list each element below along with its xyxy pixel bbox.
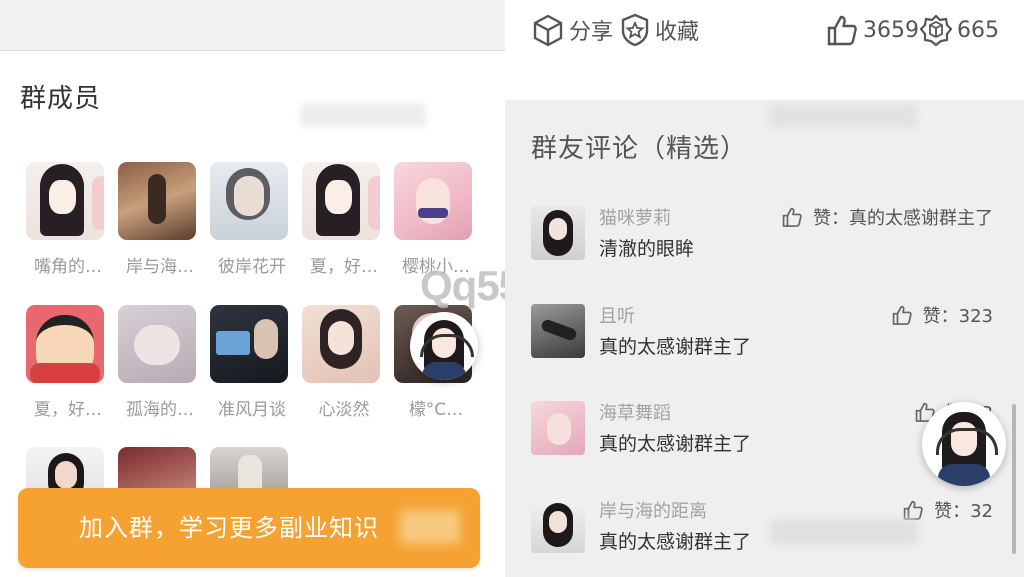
star-badge-icon — [621, 13, 649, 47]
comment-text: 真的太感谢群主了 — [599, 336, 752, 358]
comment-like-text: 赞：323 — [922, 306, 993, 327]
comment-like[interactable]: 赞：323 — [891, 302, 993, 328]
thumbs-up-icon — [892, 305, 912, 325]
member-item[interactable]: 孤海的… — [118, 305, 204, 420]
comment-like[interactable]: 赞：真的太感谢群主了 — [781, 204, 993, 230]
member-avatar[interactable] — [118, 162, 196, 240]
blurred-overlay — [770, 519, 918, 545]
comment-avatar[interactable] — [531, 206, 585, 260]
blurred-overlay — [400, 510, 460, 544]
member-item[interactable]: 心淡然 — [302, 305, 388, 420]
member-avatar[interactable] — [302, 162, 380, 240]
group-members-panel: 群成员 嘴角的… 岸与海… 彼岸花开 夏，好… 樱桃小… 夏，好… 孤海的… 准… — [0, 0, 505, 577]
watermark-text: Qq5551950 — [420, 262, 505, 309]
comment-item: 岸与海的距离 真的太感谢群主了 赞：32 — [531, 497, 1001, 567]
customer-service-avatar[interactable] — [410, 312, 478, 380]
member-name: 岸与海… — [126, 257, 194, 277]
share-label: 分享 — [569, 20, 614, 45]
comment-user[interactable]: 且听 — [599, 302, 635, 328]
comments-panel: 分享 收藏 3659 665 — [505, 0, 1024, 577]
member-avatar[interactable] — [210, 162, 288, 240]
member-item[interactable]: 夏，好… — [302, 162, 388, 277]
member-item[interactable]: 岸与海… — [118, 162, 204, 277]
member-avatar[interactable] — [26, 305, 104, 383]
comments-title: 群友评论（精选） — [531, 134, 748, 164]
thumbs-up-icon — [903, 500, 923, 520]
member-name: 檬°C… — [408, 400, 464, 420]
share-button[interactable]: 分享 — [531, 13, 613, 47]
member-avatar[interactable] — [118, 305, 196, 383]
member-item[interactable]: 准风月谈 — [210, 305, 296, 420]
like-button[interactable]: 3659 — [825, 13, 919, 47]
comment-avatar[interactable] — [531, 499, 585, 553]
member-name: 夏，好… — [34, 400, 102, 420]
member-name: 心淡然 — [318, 400, 370, 420]
like-count: 3659 — [863, 17, 919, 43]
share-count: 665 — [957, 17, 999, 43]
blurred-tag — [769, 104, 917, 128]
member-avatar[interactable] — [394, 162, 472, 240]
member-item[interactable]: 夏，好… — [26, 305, 112, 420]
scrollbar[interactable] — [1012, 404, 1016, 554]
thumbs-up-icon — [782, 207, 802, 227]
comment-item: 猫咪萝莉 清澈的眼眸 赞：真的太感谢群主了 — [531, 204, 1001, 274]
comment-text: 清澈的眼眸 — [599, 238, 695, 260]
comment-user[interactable]: 猫咪萝莉 — [599, 204, 671, 230]
thumbs-up-icon — [827, 15, 857, 46]
member-name: 嘴角的… — [34, 257, 102, 277]
member-name: 彼岸花开 — [218, 257, 286, 277]
comment-avatar[interactable] — [531, 401, 585, 455]
comment-text: 真的太感谢群主了 — [599, 531, 752, 553]
member-name: 孤海的… — [126, 400, 194, 420]
member-item[interactable]: 嘴角的… — [26, 162, 112, 277]
share-count-button[interactable]: 665 — [919, 13, 999, 47]
comment-user[interactable]: 岸与海的距离 — [599, 497, 707, 523]
gear-cube-icon — [919, 14, 953, 47]
comment-user[interactable]: 海草舞蹈 — [599, 399, 671, 425]
comment-item: 且听 真的太感谢群主了 赞：323 — [531, 302, 1001, 372]
member-avatar[interactable] — [210, 305, 288, 383]
join-button-label: 加入群，学习更多副业知识 — [79, 514, 379, 542]
top-bar — [0, 0, 505, 51]
favorite-button[interactable]: 收藏 — [619, 13, 699, 47]
blurred-tag — [300, 103, 426, 127]
member-item[interactable]: 彼岸花开 — [210, 162, 296, 277]
customer-service-avatar[interactable] — [922, 402, 1006, 486]
comment-like-text: 赞：32 — [934, 501, 993, 522]
member-avatar[interactable] — [26, 162, 104, 240]
member-item[interactable]: 樱桃小… — [394, 162, 480, 277]
favorite-label: 收藏 — [655, 20, 700, 45]
action-header: 分享 收藏 3659 665 — [505, 0, 1024, 100]
member-name: 准风月谈 — [218, 400, 286, 420]
member-name: 夏，好… — [310, 257, 378, 277]
cube-icon — [533, 14, 563, 47]
comment-avatar[interactable] — [531, 304, 585, 358]
members-title: 群成员 — [20, 84, 102, 114]
member-avatar[interactable] — [302, 305, 380, 383]
comment-like-text: 赞：真的太感谢群主了 — [813, 208, 993, 229]
comment-text: 真的太感谢群主了 — [599, 433, 752, 455]
